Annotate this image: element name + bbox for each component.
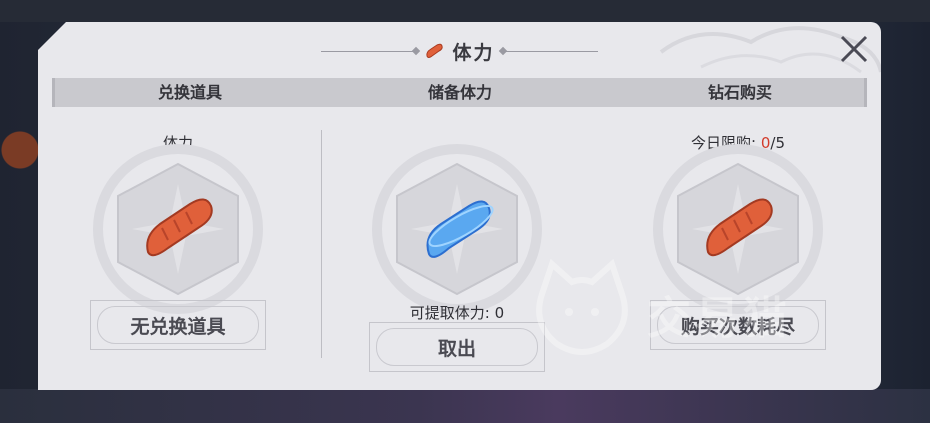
header-diamond-purchase: 钻石购买 [707, 83, 772, 102]
title-right-line [502, 50, 598, 52]
no-exchange-item-button-label: 无兑换道具 [97, 306, 259, 344]
watermark: 交易猫 [527, 254, 857, 364]
background-top-strip [0, 0, 930, 22]
withdraw-button[interactable]: 取出 [369, 322, 545, 372]
watermark-text: 交易猫 [647, 293, 791, 344]
column-header-bar: 兑换道具 储备体力 钻石购买 [52, 78, 867, 107]
sausage-icon [93, 144, 263, 314]
cat-logo-icon [536, 258, 628, 355]
withdraw-button-label: 取出 [376, 328, 538, 366]
exchange-item-column: 体力 无兑换道具 [48, 122, 308, 362]
background-bottom-strip [0, 389, 930, 423]
header-reserve-stamina: 储备体力 [427, 83, 492, 102]
sausage-icon [426, 43, 444, 58]
extractable-stamina-text: 可提取体力: [409, 304, 490, 322]
close-icon[interactable] [837, 32, 871, 66]
extractable-stamina-value: 0 [494, 304, 505, 322]
header-exchange-item: 兑换道具 [157, 83, 222, 102]
no-exchange-item-button[interactable]: 无兑换道具 [90, 300, 266, 350]
dialog-title: 体力 [452, 41, 495, 64]
dialog-title-bar: 体力 [38, 36, 881, 66]
column-divider [321, 130, 322, 358]
title-left-line [321, 50, 417, 52]
stamina-dialog: 体力 兑换道具 储备体力 钻石购买 体力 无兑换道具 可提取体力: 0 取出 今… [38, 22, 881, 390]
